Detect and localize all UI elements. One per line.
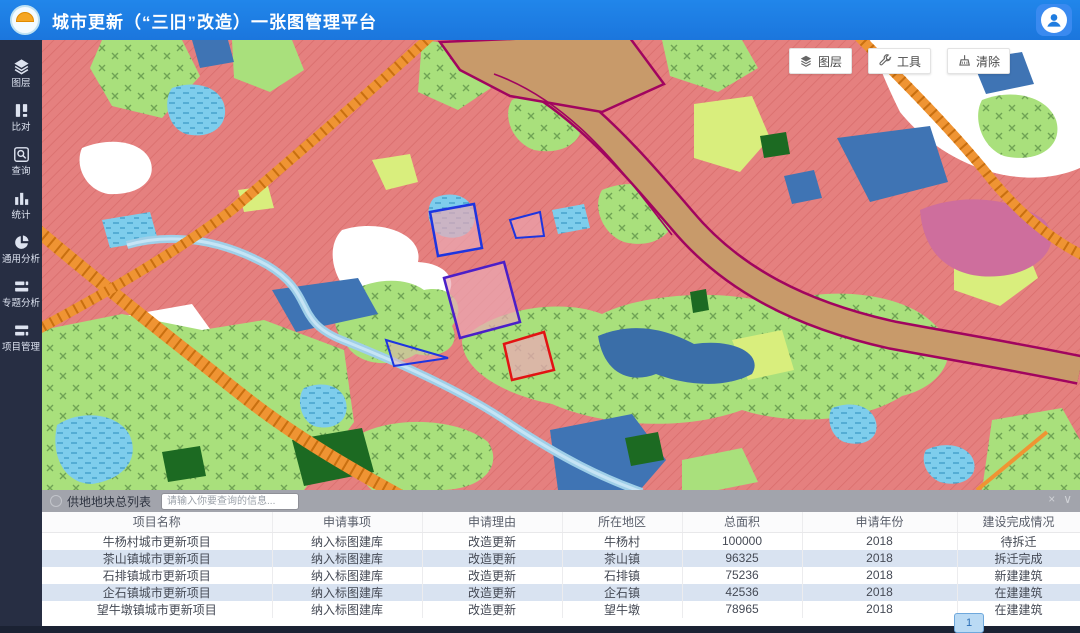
highlight-parcel-blue-square[interactable]: [430, 204, 482, 256]
table-header-row: 项目名称 申请事项 申请理由 所在地区 总面积 申请年份 建设完成情况: [42, 512, 1080, 532]
table-row[interactable]: 石排镇城市更新项目 纳入标图建库 改造更新 石排镇 75236 2018 新建建…: [42, 567, 1080, 584]
col-header-application-reason: 申请理由: [422, 512, 562, 532]
map-canvas[interactable]: [42, 40, 1080, 490]
cell-application-reason: 改造更新: [422, 601, 562, 618]
sidebar-item-project-management[interactable]: 项目管理: [0, 316, 42, 360]
cell-application-item: 纳入标图建库: [272, 567, 422, 584]
map-clear-label: 清除: [976, 53, 1000, 70]
panel-header: 供地地块总列表 × ∨: [42, 490, 1080, 512]
sidebar-item-label: 项目管理: [2, 342, 40, 352]
sidebar-item-label: 通用分析: [2, 254, 40, 264]
sidebar-item-label: 专题分析: [2, 298, 40, 308]
sidebar-item-label: 比对: [12, 122, 31, 132]
cell-application-year: 2018: [802, 601, 957, 618]
cell-application-reason: 改造更新: [422, 567, 562, 584]
cell-district: 望牛墩: [562, 601, 682, 618]
cell-application-item: 纳入标图建库: [272, 601, 422, 618]
sidebar-item-statistics[interactable]: 统计: [0, 184, 42, 228]
broom-icon: [957, 54, 971, 68]
cell-application-reason: 改造更新: [422, 532, 562, 550]
cell-project-name: 企石镇城市更新项目: [42, 584, 272, 601]
list-icon: [13, 322, 30, 339]
col-header-application-item: 申请事项: [272, 512, 422, 532]
col-header-completion-status: 建设完成情况: [957, 512, 1080, 532]
cell-completion-status: 新建建筑: [957, 567, 1080, 584]
cell-total-area: 96325: [682, 550, 802, 567]
cell-project-name: 茶山镇城市更新项目: [42, 550, 272, 567]
map-tools-button[interactable]: 工具: [868, 48, 931, 74]
sidebar-item-label: 图层: [12, 78, 31, 88]
page-title: 城市更新（“三旧”改造）一张图管理平台: [52, 8, 377, 33]
cell-completion-status: 拆迁完成: [957, 550, 1080, 567]
panel-search-icon: [50, 495, 62, 507]
cell-project-name: 望牛墩镇城市更新项目: [42, 601, 272, 618]
cell-application-year: 2018: [802, 532, 957, 550]
user-avatar-icon: [1041, 7, 1067, 33]
map-layers-button[interactable]: 图层: [789, 48, 852, 74]
cell-project-name: 石排镇城市更新项目: [42, 567, 272, 584]
table-row[interactable]: 茶山镇城市更新项目 纳入标图建库 改造更新 茶山镇 96325 2018 拆迁完…: [42, 550, 1080, 567]
cell-completion-status: 待拆迁: [957, 532, 1080, 550]
logo-sun-icon: [16, 12, 34, 22]
cell-application-item: 纳入标图建库: [272, 550, 422, 567]
cell-district: 茶山镇: [562, 550, 682, 567]
col-header-application-year: 申请年份: [802, 512, 957, 532]
layers-icon: [13, 58, 30, 75]
app-logo: [10, 5, 40, 35]
cell-application-item: 纳入标图建库: [272, 532, 422, 550]
col-header-project-name: 项目名称: [42, 512, 272, 532]
user-menu-button[interactable]: [1036, 4, 1072, 36]
cell-district: 企石镇: [562, 584, 682, 601]
map-tools-label: 工具: [897, 53, 921, 70]
sidebar-item-thematic-analysis[interactable]: 专题分析: [0, 272, 42, 316]
sidebar-item-query[interactable]: 查询: [0, 140, 42, 184]
map-layers-label: 图层: [818, 53, 842, 70]
search-icon: [13, 146, 30, 163]
list-icon: [13, 278, 30, 295]
map-toolbar: 图层 工具 清除: [789, 48, 1010, 74]
bar-chart-icon: [13, 190, 30, 207]
map-clear-button[interactable]: 清除: [947, 48, 1010, 74]
col-header-district: 所在地区: [562, 512, 682, 532]
cell-application-year: 2018: [802, 584, 957, 601]
panel-collapse-icon[interactable]: ∨: [1063, 492, 1072, 506]
sidebar-item-label: 统计: [12, 210, 31, 220]
sidebar-item-general-analysis[interactable]: 通用分析: [0, 228, 42, 272]
cell-district: 石排镇: [562, 567, 682, 584]
table-row[interactable]: 企石镇城市更新项目 纳入标图建库 改造更新 企石镇 42536 2018 在建建…: [42, 584, 1080, 601]
cell-total-area: 100000: [682, 532, 802, 550]
pagination-page-button[interactable]: 1: [954, 613, 984, 633]
compare-icon: [13, 102, 30, 119]
table-row[interactable]: 牛杨村城市更新项目 纳入标图建库 改造更新 牛杨村 100000 2018 待拆…: [42, 532, 1080, 550]
cell-total-area: 42536: [682, 584, 802, 601]
sidebar: 图层 比对 查询 统计 通用分析: [0, 40, 42, 626]
land-list-table: 项目名称 申请事项 申请理由 所在地区 总面积 申请年份 建设完成情况 牛杨村城…: [42, 512, 1080, 618]
sidebar-item-label: 查询: [12, 166, 31, 176]
sidebar-item-compare[interactable]: 比对: [0, 96, 42, 140]
panel-close-icon[interactable]: ×: [1048, 492, 1055, 506]
table-row[interactable]: 望牛墩镇城市更新项目 纳入标图建库 改造更新 望牛墩 78965 2018 在建…: [42, 601, 1080, 618]
panel-title: 供地地块总列表: [67, 493, 151, 510]
col-header-total-area: 总面积: [682, 512, 802, 532]
layers-icon: [799, 54, 813, 68]
cell-application-year: 2018: [802, 550, 957, 567]
search-input[interactable]: [161, 493, 299, 510]
cell-total-area: 75236: [682, 567, 802, 584]
cell-completion-status: 在建建筑: [957, 584, 1080, 601]
cell-application-item: 纳入标图建库: [272, 584, 422, 601]
land-list-panel: 供地地块总列表 × ∨ 项目名称 申请事项 申请理由 所在地区 总面积 申请年份…: [42, 490, 1080, 626]
pie-chart-icon: [13, 234, 30, 251]
cell-application-year: 2018: [802, 567, 957, 584]
cell-application-reason: 改造更新: [422, 584, 562, 601]
cell-application-reason: 改造更新: [422, 550, 562, 567]
cell-project-name: 牛杨村城市更新项目: [42, 532, 272, 550]
sidebar-item-layers[interactable]: 图层: [0, 52, 42, 96]
cell-total-area: 78965: [682, 601, 802, 618]
app-header: 城市更新（“三旧”改造）一张图管理平台: [0, 0, 1080, 40]
map-container: 图层 工具 清除: [42, 40, 1080, 490]
wrench-icon: [878, 54, 892, 68]
cell-district: 牛杨村: [562, 532, 682, 550]
